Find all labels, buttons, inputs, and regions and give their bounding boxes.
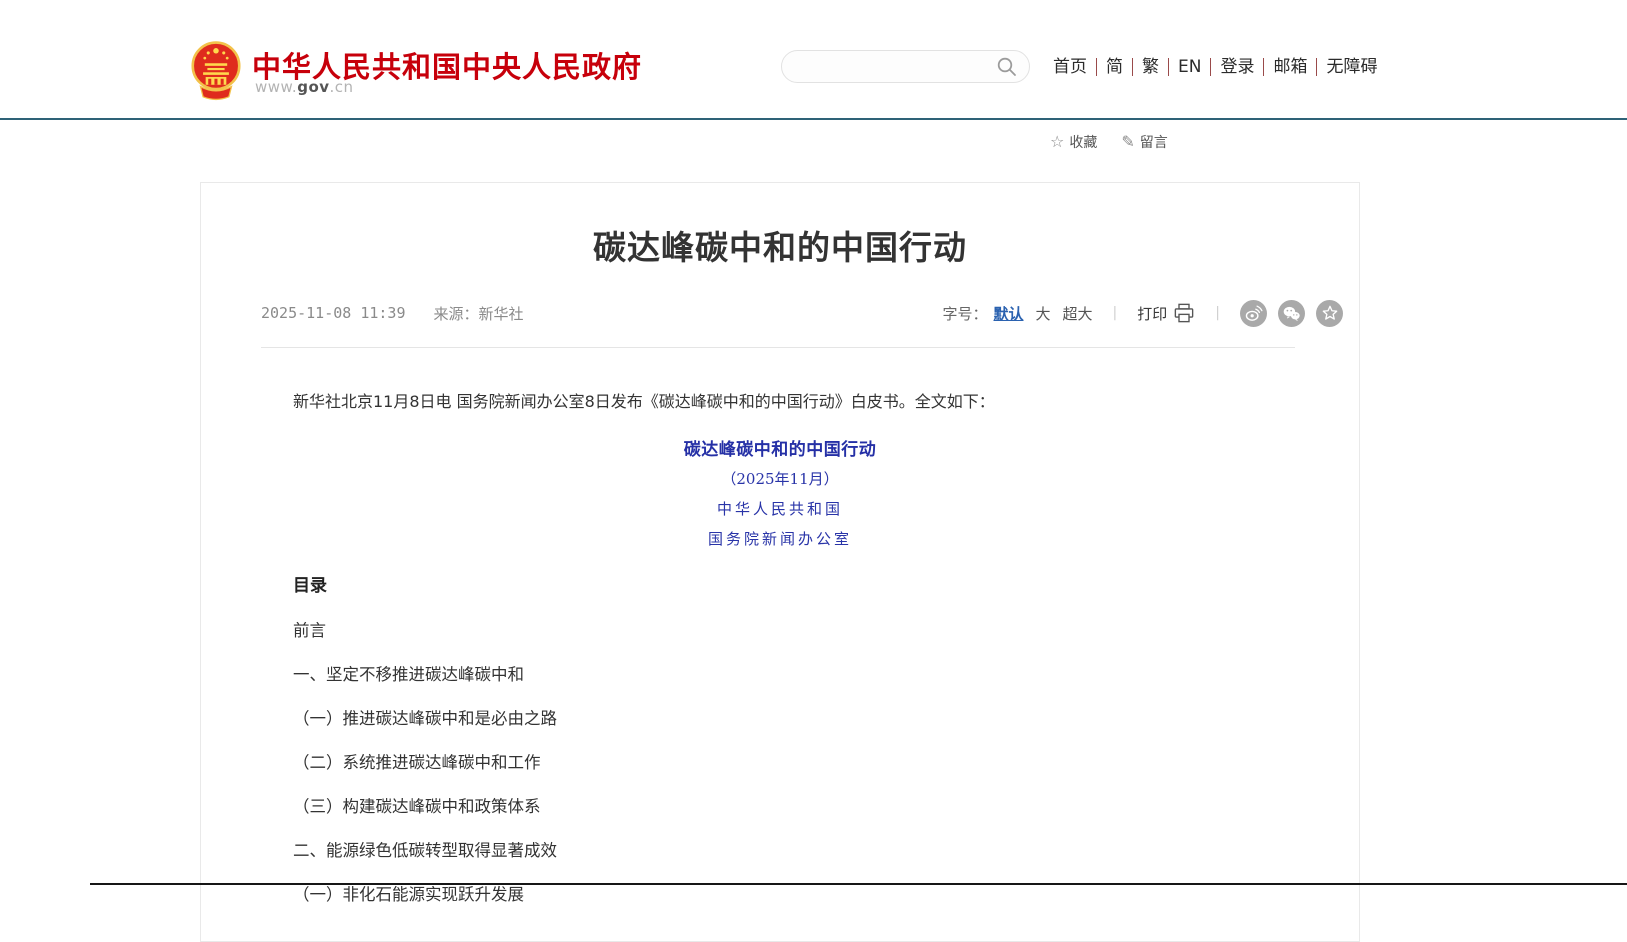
search-icon[interactable] [995,55,1019,79]
document-date: （2025年11月） [201,468,1359,490]
share-icons [1240,300,1343,327]
top-nav-link[interactable]: 简 [1096,58,1132,76]
top-nav-link[interactable]: 无障碍 [1316,58,1386,76]
wechat-icon [1282,304,1301,323]
top-navigation: 首页简繁EN登录邮箱无障碍 [1044,54,1386,80]
top-nav-link[interactable]: 繁 [1132,58,1168,76]
top-nav-link[interactable]: 邮箱 [1263,58,1316,76]
print-button[interactable]: 打印 [1137,303,1167,324]
source-value: 新华社 [479,305,524,323]
toc-item: 前言 [293,609,1359,653]
toc-item: 一、坚定不移推进碳达峰碳中和 [293,653,1359,697]
fontsize-xlarge-button[interactable]: 超大 [1063,303,1093,324]
toc-item: （二）系统推进碳达峰碳中和工作 [293,741,1359,785]
top-nav-link[interactable]: EN [1168,58,1210,76]
publish-date: 2025-11-08 11:39 [261,304,406,322]
bottom-edge-line [90,883,1627,885]
site-header: 中华人民共和国中央人民政府 www.gov.cn 首页简繁EN登录邮箱无障碍 [0,0,1627,118]
favorite-label: 收藏 [1069,132,1097,152]
site-url-core: gov [297,78,329,96]
source-label: 来源： [434,305,479,323]
tools-separator: | [1113,305,1118,321]
toc-item: （一）非化石能源实现跃升发展 [293,873,1359,917]
header-divider [0,118,1627,120]
favorite-button[interactable]: ☆ 收藏 [1050,132,1097,152]
comment-label: 留言 [1140,132,1168,152]
star-icon: ☆ [1050,134,1064,150]
meta-underline [261,347,1295,348]
site-url: www.gov.cn [255,78,354,96]
printer-icon[interactable] [1173,303,1195,323]
share-favorite-button[interactable] [1316,300,1343,327]
document-title: 碳达峰碳中和的中国行动 [201,435,1359,460]
page-action-row: ☆ 收藏 ✎ 留言 [1050,132,1168,152]
comment-button[interactable]: ✎ 留言 [1121,132,1167,152]
search-input[interactable] [782,59,995,75]
tools-separator: | [1215,305,1220,321]
article-title: 碳达峰碳中和的中国行动 [201,221,1359,269]
top-nav-link[interactable]: 登录 [1210,58,1263,76]
toc-item: （一）推进碳达峰碳中和是必由之路 [293,697,1359,741]
search-box [781,50,1030,83]
table-of-contents: 前言一、坚定不移推进碳达峰碳中和（一）推进碳达峰碳中和是必由之路（二）系统推进碳… [201,609,1359,917]
document-issuer-line2: 国务院新闻办公室 [201,528,1359,550]
national-emblem-logo[interactable] [190,40,242,102]
top-nav-link[interactable]: 首页 [1044,58,1096,76]
fontsize-default-button[interactable]: 默认 [994,303,1024,324]
star-circle-icon [1321,304,1339,322]
weibo-icon [1244,304,1263,323]
fontsize-large-button[interactable]: 大 [1036,303,1051,324]
share-wechat-button[interactable] [1278,300,1305,327]
pencil-icon: ✎ [1121,134,1134,150]
lead-paragraph: 新华社北京11月8日电 国务院新闻办公室8日发布《碳达峰碳中和的中国行动》白皮书… [201,390,1359,414]
site-url-prefix: www. [255,78,297,96]
article-card: 碳达峰碳中和的中国行动 2025-11-08 11:39 来源：新华社 字号： … [200,182,1360,942]
site-url-suffix: .cn [330,78,354,96]
share-weibo-button[interactable] [1240,300,1267,327]
fontsize-label: 字号： [942,303,987,324]
toc-item: 二、能源绿色低碳转型取得显著成效 [293,829,1359,873]
article-tools: 字号： 默认 大 超大 | 打印 | [942,300,1343,327]
article-meta-row: 2025-11-08 11:39 来源：新华社 字号： 默认 大 超大 | 打印… [201,299,1359,327]
toc-heading: 目录 [201,572,1359,600]
document-issuer-line1: 中华人民共和国 [201,498,1359,520]
toc-item: （三）构建碳达峰碳中和政策体系 [293,785,1359,829]
source: 来源：新华社 [434,303,524,324]
